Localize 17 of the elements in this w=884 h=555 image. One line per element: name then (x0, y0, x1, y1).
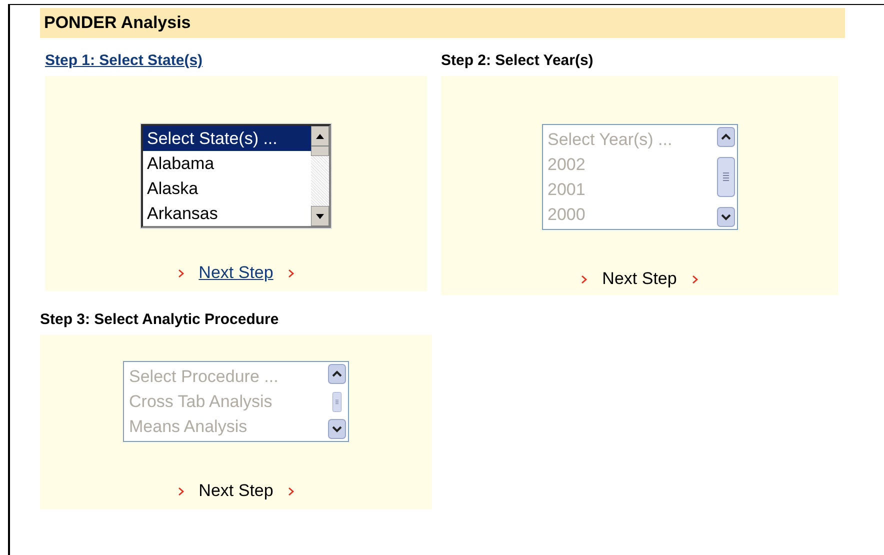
next-step-link[interactable]: Next Step (198, 263, 274, 283)
chevron-icon[interactable] (287, 486, 296, 496)
list-box[interactable]: Select State(s) ... Alabama Alaska Arkansas (141, 124, 331, 228)
step-title: Step 3: Select Analytic Procedure (40, 311, 279, 330)
list-option[interactable]: Alaska (143, 176, 311, 201)
scroll-down-icon[interactable] (311, 206, 329, 226)
list-option[interactable]: Select State(s) ... (143, 126, 311, 151)
chevron-icon[interactable] (690, 274, 699, 284)
list-option[interactable]: Alabama (143, 151, 311, 176)
list-option[interactable]: Arkansas (143, 201, 311, 226)
chevron-icon[interactable] (176, 268, 185, 278)
chevron-icon[interactable] (287, 268, 296, 278)
chevron-icon[interactable] (580, 274, 588, 284)
step-title: Step 2: Select Year(s) (441, 52, 594, 71)
step-link[interactable]: Step 1: Select State(s) (45, 52, 203, 72)
page-title: PONDER Analysis (44, 13, 191, 33)
chevron-icon[interactable] (176, 486, 185, 496)
